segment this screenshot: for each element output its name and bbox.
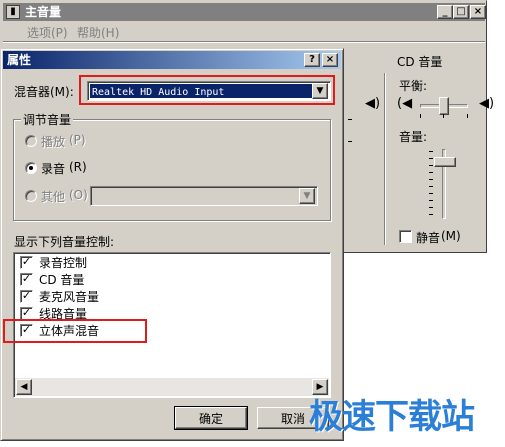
stereo-mix-highlight	[3, 319, 147, 343]
mute-checkbox[interactable]	[399, 230, 412, 243]
volume-tick	[429, 172, 433, 173]
volume-tick	[429, 158, 433, 159]
volume-tick	[429, 151, 433, 152]
balance-label: 平衡:	[399, 79, 428, 93]
chevron-down-icon[interactable]: ▼	[312, 83, 328, 99]
dialog-title-bar[interactable]: 属性 ? ×	[3, 51, 341, 69]
list-item[interactable]: ✓ CD 音量	[20, 272, 220, 288]
list-item-label: 麦克风音量	[39, 290, 100, 304]
volume-tick	[429, 214, 433, 215]
list-item-checkbox[interactable]: ✓	[20, 273, 33, 286]
record-radio-hotkey: (R)	[69, 160, 87, 174]
ok-button[interactable]: 确定	[174, 406, 248, 430]
other-radio[interactable]	[25, 190, 37, 202]
balance-slider[interactable]	[420, 97, 468, 118]
volume-tick	[429, 165, 433, 166]
volume-slider-thumb[interactable]	[434, 156, 456, 167]
volume-slider[interactable]	[429, 147, 459, 221]
volume-label: 音量:	[399, 130, 428, 144]
volume-slider-ticks	[429, 147, 433, 221]
playback-radio-label[interactable]: 播放	[41, 133, 65, 150]
speaker-left-icon: (◀	[397, 96, 413, 111]
volume-tick	[429, 186, 433, 187]
mixer-device-selected: Realtek HD Audio Input	[90, 84, 312, 98]
list-item-label: CD 音量	[39, 273, 85, 287]
close-button[interactable]: ×	[470, 5, 486, 19]
show-controls-label: 显示下列音量控制:	[14, 235, 115, 249]
mixer-device-value: Realtek HD Audio Input	[92, 87, 225, 98]
playback-radio-hotkey: (P)	[69, 133, 86, 147]
other-radio-label[interactable]: 其他	[41, 188, 65, 205]
speaker-right-icon: ◀)	[479, 96, 495, 111]
speaker-app-icon: ▮	[6, 5, 20, 19]
horizontal-scrollbar[interactable]: ◀ ▶	[15, 378, 329, 396]
list-item-checkbox[interactable]: ✓	[20, 290, 33, 303]
watermark: 极速下载站	[309, 397, 475, 437]
mixer-device-select[interactable]: Realtek HD Audio Input ▼	[87, 81, 331, 101]
mute-label[interactable]: 静音	[416, 229, 440, 246]
scroll-left-icon[interactable]: ◀	[16, 379, 32, 395]
menu-help[interactable]: 帮助(H)	[77, 24, 119, 41]
mixer-title-bar[interactable]: ▮ 主音量 _ □ ×	[3, 3, 486, 21]
adjust-volume-group-label: 调节音量	[21, 111, 74, 128]
dialog-close-button[interactable]: ×	[322, 53, 338, 67]
playback-radio[interactable]	[25, 135, 37, 147]
left-column-ticks	[348, 119, 352, 229]
list-item[interactable]: ✓ 录音控制	[20, 255, 220, 271]
record-radio-label[interactable]: 录音	[41, 160, 65, 177]
mixer-device-label: 混音器(M):	[14, 85, 74, 99]
list-item[interactable]: ✓ 麦克风音量	[20, 289, 220, 305]
minimize-button[interactable]: _	[437, 5, 453, 19]
mixer-title: 主音量	[25, 5, 62, 19]
properties-dialog: 属性 ? × 混音器(M): Realtek HD Audio Input ▼ …	[0, 48, 344, 441]
other-radio-hotkey: (O)	[69, 188, 88, 202]
cd-volume-column-title: CD 音量	[397, 55, 443, 69]
list-item-checkbox[interactable]: ✓	[20, 256, 33, 269]
volume-tick	[429, 207, 433, 208]
volume-tick	[429, 200, 433, 201]
help-button[interactable]: ?	[304, 53, 320, 67]
column-separator-left	[384, 73, 386, 245]
menu-divider	[3, 41, 485, 43]
radio-selected-dot	[29, 166, 33, 170]
record-radio[interactable]	[25, 162, 37, 174]
dialog-title: 属性	[7, 53, 32, 67]
maximize-button[interactable]: □	[453, 5, 469, 19]
speaker-right-icon-left-column: ◀)	[365, 96, 381, 111]
menu-options[interactable]: 选项(P)	[27, 24, 68, 41]
mute-hotkey: (M)	[441, 229, 461, 243]
volume-tick	[429, 179, 433, 180]
other-device-select[interactable]: ▼	[90, 186, 318, 206]
volume-tick	[429, 193, 433, 194]
list-item-label: 录音控制	[39, 256, 88, 270]
balance-slider-thumb[interactable]	[439, 97, 449, 115]
chevron-down-icon[interactable]: ▼	[299, 188, 315, 204]
